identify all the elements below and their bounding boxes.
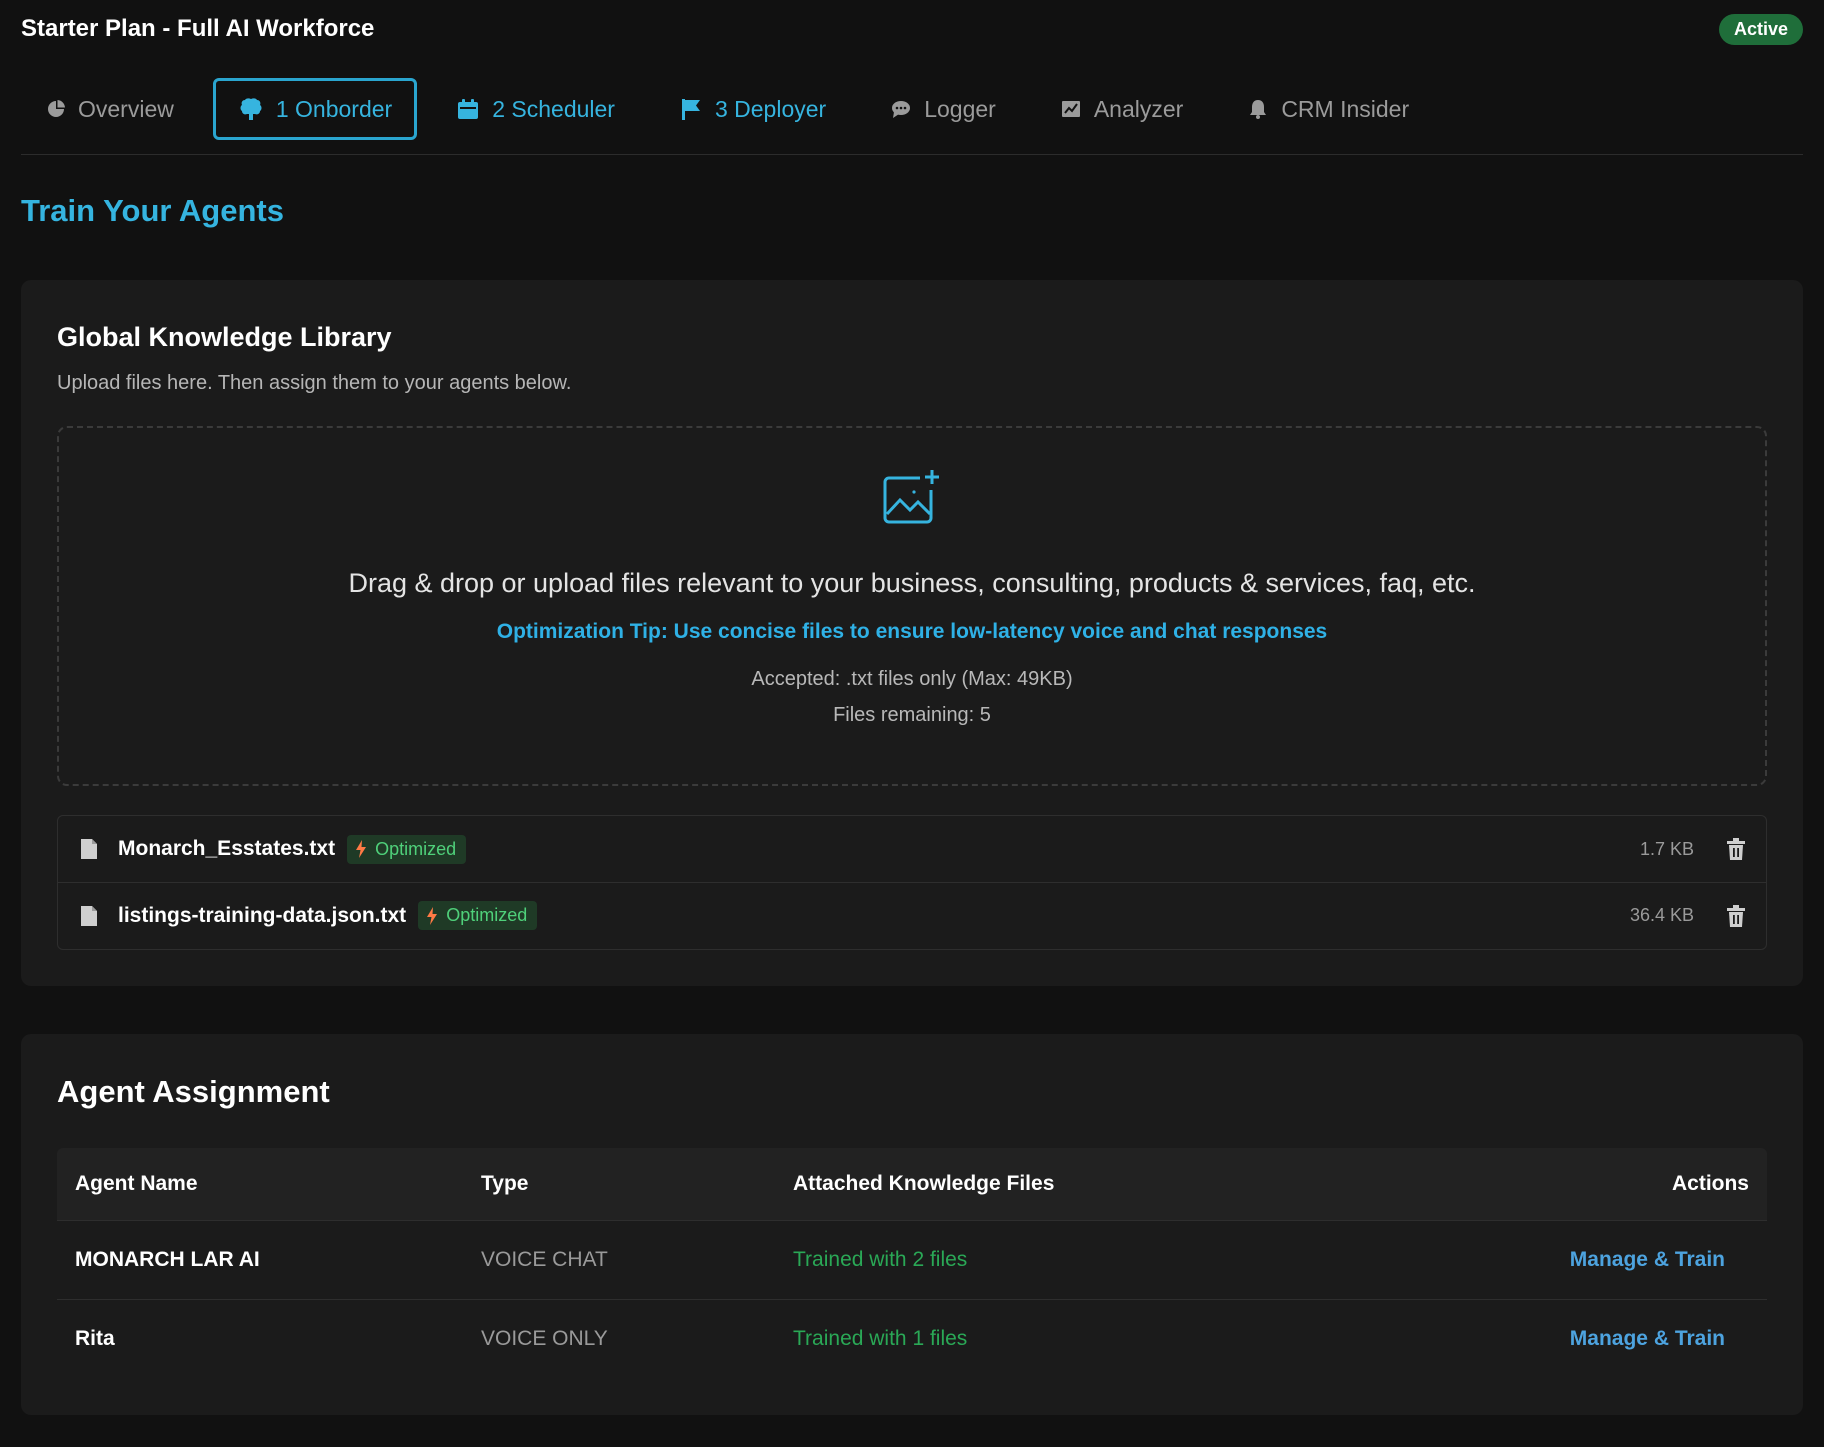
tab-scheduler[interactable]: 2 Scheduler xyxy=(431,78,640,140)
library-title: Global Knowledge Library xyxy=(57,322,392,352)
agent-assignment-card: Agent Assignment Agent Name Type Attache… xyxy=(21,1034,1803,1415)
file-size: 36.4 KB xyxy=(1629,905,1694,925)
agent-type: VOICE CHAT xyxy=(481,1248,608,1271)
tab-deployer[interactable]: 3 Deployer xyxy=(654,78,851,140)
column-actions: Actions xyxy=(1671,1172,1749,1195)
table-header: Agent Name Type Attached Knowledge Files… xyxy=(57,1148,1767,1221)
chat-bubble-icon xyxy=(890,98,912,120)
agent-type: VOICE ONLY xyxy=(481,1327,608,1350)
tab-onborder[interactable]: 1 Onborder xyxy=(212,78,418,140)
tab-label: Analyzer xyxy=(1093,95,1184,122)
attached-files: Trained with 1 files xyxy=(793,1327,968,1350)
plan-title: Starter Plan - Full AI Workforce xyxy=(21,15,375,42)
status-badge: Active xyxy=(1718,13,1803,45)
table-row: MONARCH LAR AI VOICE CHAT Trained with 2… xyxy=(57,1221,1767,1299)
column-type: Type xyxy=(481,1172,529,1195)
tab-bar: Overview 1 Onborder 2 Scheduler 3 Deploy… xyxy=(21,78,1803,155)
page-title: Train Your Agents xyxy=(21,193,284,228)
file-name: Monarch_Esstates.txt xyxy=(118,837,336,860)
uploaded-file-list: Monarch_Esstates.txt Optimized 1.7 KB li… xyxy=(57,815,1767,950)
trash-icon[interactable] xyxy=(1726,838,1746,860)
tab-analyzer[interactable]: Analyzer xyxy=(1035,78,1208,140)
dropzone-instructions: Drag & drop or upload files relevant to … xyxy=(348,568,1476,598)
manage-train-link[interactable]: Manage & Train xyxy=(1570,1327,1749,1350)
tab-overview[interactable]: Overview xyxy=(21,78,199,140)
tab-label: Logger xyxy=(924,95,996,122)
badge-label: Optimized xyxy=(446,905,528,925)
tab-crm-insider[interactable]: CRM Insider xyxy=(1222,78,1434,140)
optimized-badge: Optimized xyxy=(347,834,467,864)
tab-logger[interactable]: Logger xyxy=(865,78,1021,140)
agent-table: Agent Name Type Attached Knowledge Files… xyxy=(57,1148,1767,1378)
agent-name: MONARCH LAR AI xyxy=(75,1248,260,1271)
chart-icon xyxy=(1060,98,1082,120)
file-icon xyxy=(80,838,98,860)
manage-train-link[interactable]: Manage & Train xyxy=(1570,1248,1749,1271)
file-size: 1.7 KB xyxy=(1639,838,1694,859)
library-subtitle: Upload files here. Then assign them to y… xyxy=(57,372,572,394)
bell-icon xyxy=(1247,98,1269,120)
file-row: Monarch_Esstates.txt Optimized 1.7 KB xyxy=(58,816,1766,882)
tab-label: 1 Onborder xyxy=(275,95,393,122)
file-icon xyxy=(80,905,98,927)
flag-icon xyxy=(679,97,703,121)
trash-icon[interactable] xyxy=(1726,904,1746,927)
file-name: listings-training-data.json.txt xyxy=(118,903,407,927)
tab-label: 2 Scheduler xyxy=(492,95,615,122)
optimization-tip: Optimization Tip: Use concise files to e… xyxy=(496,620,1328,643)
agent-name: Rita xyxy=(75,1327,115,1350)
top-bar: Starter Plan - Full AI Workforce Active xyxy=(21,12,1803,46)
badge-label: Optimized xyxy=(375,838,457,859)
file-dropzone[interactable]: Drag & drop or upload files relevant to … xyxy=(57,426,1767,786)
optimized-badge: Optimized xyxy=(418,901,538,930)
lightning-icon xyxy=(426,906,438,925)
tab-label: 3 Deployer xyxy=(714,95,827,122)
attached-files: Trained with 2 files xyxy=(793,1248,968,1271)
assignment-title: Agent Assignment xyxy=(57,1074,330,1109)
files-remaining: Files remaining: 5 xyxy=(833,704,991,726)
knowledge-library-card: Global Knowledge Library Upload files he… xyxy=(21,280,1803,986)
table-row: Rita VOICE ONLY Trained with 1 files Man… xyxy=(57,1299,1767,1378)
brain-icon xyxy=(238,96,264,122)
tab-label: Overview xyxy=(78,95,174,122)
tab-label: CRM Insider xyxy=(1281,95,1410,122)
app-root: Starter Plan - Full AI Workforce Active … xyxy=(0,0,1824,1447)
column-agent-name: Agent Name xyxy=(75,1172,198,1195)
calendar-icon xyxy=(456,97,480,121)
pie-chart-icon xyxy=(46,99,66,119)
column-files: Attached Knowledge Files xyxy=(793,1172,1055,1195)
file-row: listings-training-data.json.txt Optimize… xyxy=(58,882,1766,948)
lightning-icon xyxy=(355,840,367,858)
accepted-file-types: Accepted: .txt files only (Max: 49KB) xyxy=(751,668,1073,690)
image-plus-icon xyxy=(882,468,942,533)
